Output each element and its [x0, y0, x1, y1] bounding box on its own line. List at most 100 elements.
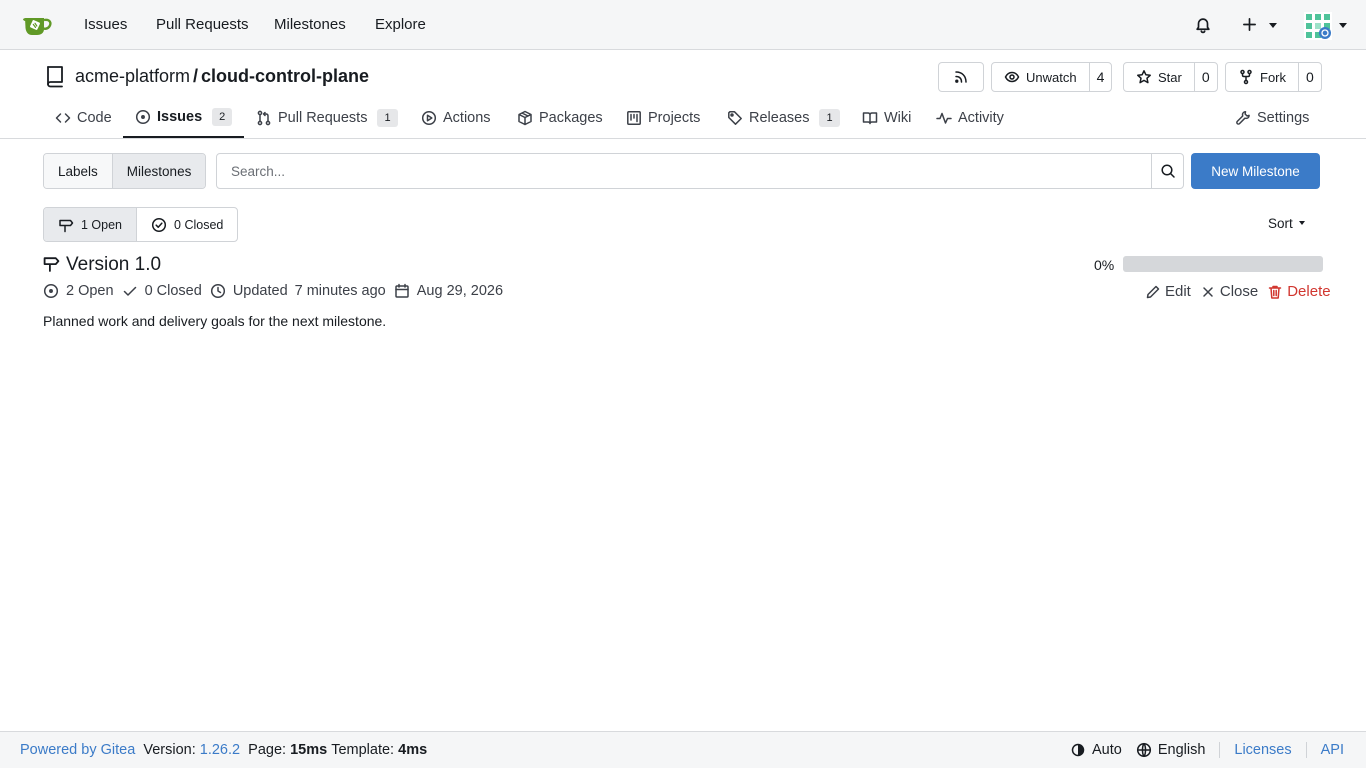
user-dropdown-caret-icon[interactable]	[1339, 23, 1347, 28]
create-dropdown-caret-icon[interactable]	[1269, 23, 1277, 28]
tab-settings[interactable]: Settings	[1235, 97, 1309, 138]
sort-label: Sort	[1268, 216, 1293, 231]
tab-activity[interactable]: Activity	[936, 97, 1004, 138]
nav-milestones[interactable]: Milestones	[274, 16, 346, 33]
globe-icon	[1136, 742, 1151, 758]
git-pull-request-icon	[257, 110, 271, 125]
milestone-icon	[43, 257, 60, 272]
play-icon	[421, 110, 437, 125]
delete-milestone-link[interactable]: Delete	[1267, 283, 1331, 300]
tab-releases[interactable]: Releases 1	[727, 97, 840, 138]
footer: Powered by Gitea Version: 1.26.2 Page: 1…	[0, 731, 1366, 768]
tools-icon	[1236, 110, 1250, 125]
top-navbar: Issues Pull Requests Milestones Explore	[0, 0, 1366, 50]
sort-dropdown[interactable]: Sort	[1268, 216, 1307, 231]
fork-label: Fork	[1260, 69, 1286, 85]
api-link[interactable]: API	[1321, 742, 1344, 758]
star-button[interactable]: Star	[1124, 63, 1194, 91]
tab-code[interactable]: Code	[55, 97, 112, 138]
tab-settings-label: Settings	[1257, 109, 1310, 126]
nav-issues[interactable]: Issues	[84, 16, 127, 33]
book-icon	[862, 111, 878, 124]
new-milestone-button[interactable]: New Milestone	[1191, 153, 1320, 189]
star-icon	[1137, 70, 1151, 84]
milestone-open-count: 2 Open	[66, 283, 114, 299]
repo-owner-link[interactable]: acme-platform	[75, 66, 190, 86]
nav-pull-requests[interactable]: Pull Requests	[156, 16, 249, 33]
milestone-title-link[interactable]: Version 1.0	[66, 254, 161, 276]
tab-issues-label: Issues	[157, 108, 203, 125]
tab-wiki[interactable]: Wiki	[862, 97, 911, 138]
labels-button[interactable]: Labels	[44, 154, 112, 188]
page-time-value: 15ms	[290, 742, 328, 758]
stars-count[interactable]: 0	[1193, 63, 1217, 91]
watchers-count[interactable]: 4	[1088, 63, 1112, 91]
search-button[interactable]	[1151, 154, 1183, 188]
tab-pull-requests-label: Pull Requests	[278, 109, 368, 126]
bell-icon[interactable]	[1194, 16, 1212, 34]
unwatch-button-group: Unwatch 4	[991, 62, 1113, 92]
milestone-updated: Updated 7 minutes ago	[210, 283, 386, 299]
eye-icon	[1004, 71, 1020, 83]
repo-header: acme-platform / cloud-control-plane Unwatc…	[0, 50, 1366, 139]
sort-caret-icon	[1298, 221, 1305, 225]
milestone-closed-issues-link[interactable]: 0 Closed	[122, 283, 202, 299]
edit-milestone-link[interactable]: Edit	[1145, 283, 1191, 300]
theme-label: Auto	[1091, 742, 1122, 758]
fork-icon	[1240, 69, 1252, 85]
repo-icon	[47, 66, 63, 88]
tab-issues[interactable]: Issues 2	[123, 97, 245, 138]
gitea-logo-icon[interactable]	[22, 11, 54, 39]
search-input[interactable]	[217, 154, 1151, 188]
milestone-meta: 2 Open 0 Closed Updated 7 minutes ago Au…	[43, 282, 511, 300]
licenses-link[interactable]: Licenses	[1234, 742, 1291, 758]
version-link[interactable]: 1.26.2	[200, 742, 240, 758]
milestone-updated-label: Updated	[232, 283, 288, 299]
tab-pull-requests[interactable]: Pull Requests 1	[256, 97, 398, 138]
milestone-open-issues-link[interactable]: 2 Open	[43, 283, 114, 299]
rss-icon	[955, 71, 967, 83]
language-label: English	[1157, 742, 1206, 758]
close-milestone-link[interactable]: Close	[1200, 283, 1258, 300]
repo-tabs: Code Issues 2 Pull Requests 1 Actions Pa…	[0, 97, 1366, 138]
theme-auto-icon	[1071, 743, 1085, 757]
closed-milestones-filter[interactable]: 0 Closed	[136, 208, 237, 241]
tab-actions[interactable]: Actions	[421, 97, 491, 138]
milestone-icon	[59, 219, 74, 232]
milestone-due-date-value: Aug 29, 2026	[416, 283, 504, 299]
unwatch-label: Unwatch	[1026, 69, 1077, 85]
repo-title: acme-platform / cloud-control-plane	[75, 66, 369, 87]
nav-explore[interactable]: Explore	[375, 16, 426, 33]
check-circle-icon	[151, 217, 167, 232]
milestone-percent: 0%	[1094, 257, 1115, 273]
milestone-description: Planned work and delivery goals for the …	[43, 313, 387, 329]
clock-icon	[210, 283, 225, 299]
tab-actions-label: Actions	[443, 109, 491, 126]
avatar[interactable]	[1304, 12, 1332, 40]
theme-selector[interactable]: Auto	[1070, 742, 1122, 758]
labels-milestones-switch: Labels Milestones	[43, 153, 207, 189]
tab-pull-requests-count-badge: 1	[377, 108, 398, 127]
milestone-progress-bar	[1123, 256, 1323, 272]
star-label: Star	[1158, 69, 1182, 85]
forks-count[interactable]: 0	[1298, 63, 1321, 91]
tab-packages[interactable]: Packages	[517, 97, 603, 138]
search-icon	[1160, 164, 1175, 178]
tab-issues-count-badge: 2	[212, 107, 233, 126]
delete-label: Delete	[1287, 283, 1331, 300]
powered-by-gitea-link[interactable]: Powered by Gitea	[20, 742, 135, 758]
open-milestones-filter[interactable]: 1 Open	[44, 208, 137, 241]
tab-activity-label: Activity	[958, 109, 1004, 126]
repo-name-link[interactable]: cloud-control-plane	[201, 66, 369, 86]
tab-projects[interactable]: Projects	[626, 97, 700, 138]
project-icon	[627, 110, 641, 125]
fork-button[interactable]: Fork	[1226, 63, 1298, 91]
milestones-button[interactable]: Milestones	[111, 154, 206, 188]
plus-icon[interactable]	[1242, 17, 1257, 32]
issue-opened-icon	[43, 283, 59, 299]
milestone-due-date: Aug 29, 2026	[394, 283, 503, 299]
language-selector[interactable]: English	[1136, 742, 1206, 758]
rss-button[interactable]	[938, 62, 984, 92]
unwatch-button[interactable]: Unwatch	[992, 63, 1089, 91]
calendar-icon	[394, 283, 409, 298]
